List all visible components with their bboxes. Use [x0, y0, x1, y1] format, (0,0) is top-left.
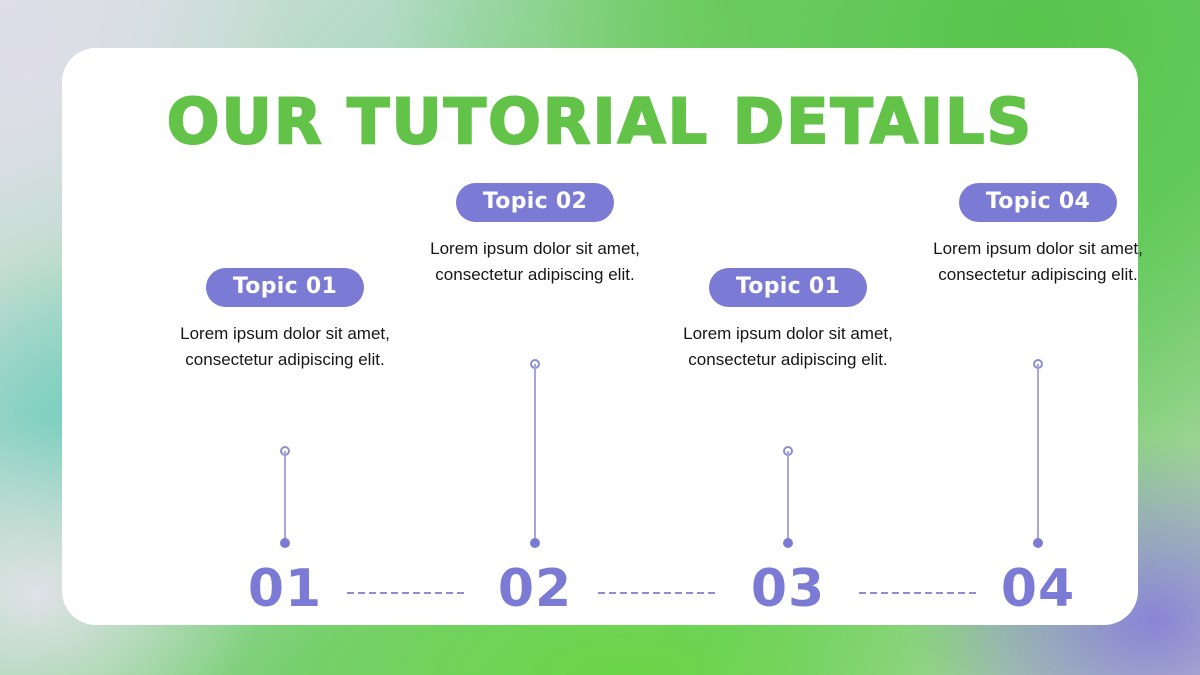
- topic-description-3: Lorem ipsum dolor sit amet, consectetur …: [683, 324, 893, 369]
- topic-badge-1[interactable]: Topic 01: [205, 268, 365, 307]
- timeline-connector-3: [782, 446, 794, 548]
- timeline-column-1: Topic 01 Lorem ipsum dolor sit amet, con…: [169, 268, 401, 373]
- topic-description-4: Lorem ipsum dolor sit amet, consectetur …: [933, 239, 1143, 284]
- connector-stem-4: [1037, 364, 1039, 543]
- content-card: OUR TUTORIAL DETAILS Topic 01 Lorem ipsu…: [62, 48, 1143, 625]
- connector-dot-icon-4: [1033, 538, 1043, 548]
- dashed-link-3: [859, 592, 977, 594]
- timeline-column-3: Topic 01 Lorem ipsum dolor sit amet, con…: [672, 268, 904, 373]
- step-number-2: 02: [497, 559, 573, 619]
- timeline-column-4: Topic 04 Lorem ipsum dolor sit amet, con…: [922, 183, 1154, 288]
- connector-stem-3: [787, 451, 789, 543]
- timeline-column-2: Topic 02 Lorem ipsum dolor sit amet, con…: [419, 183, 651, 288]
- step-number-3: 03: [750, 559, 826, 619]
- dashed-link-1: [347, 592, 465, 594]
- topic-badge-3[interactable]: Topic 01: [708, 268, 868, 307]
- timeline-connector-2: [529, 359, 541, 548]
- page-title: OUR TUTORIAL DETAILS: [166, 84, 1034, 159]
- topic-description-1: Lorem ipsum dolor sit amet, consectetur …: [180, 324, 390, 369]
- connector-dot-icon-2: [530, 538, 540, 548]
- connector-dot-icon-3: [783, 538, 793, 548]
- dashed-link-2: [598, 592, 716, 594]
- connector-stem-1: [284, 451, 286, 543]
- timeline-connector-1: [279, 446, 291, 548]
- connector-stem-2: [534, 364, 536, 543]
- timeline-connector-4: [1032, 359, 1044, 548]
- topic-description-2: Lorem ipsum dolor sit amet, consectetur …: [430, 239, 640, 284]
- step-number-4: 04: [1000, 559, 1076, 619]
- topic-badge-2[interactable]: Topic 02: [455, 183, 615, 222]
- connector-dot-icon-1: [280, 538, 290, 548]
- topic-badge-4[interactable]: Topic 04: [958, 183, 1118, 222]
- step-number-1: 01: [247, 559, 323, 619]
